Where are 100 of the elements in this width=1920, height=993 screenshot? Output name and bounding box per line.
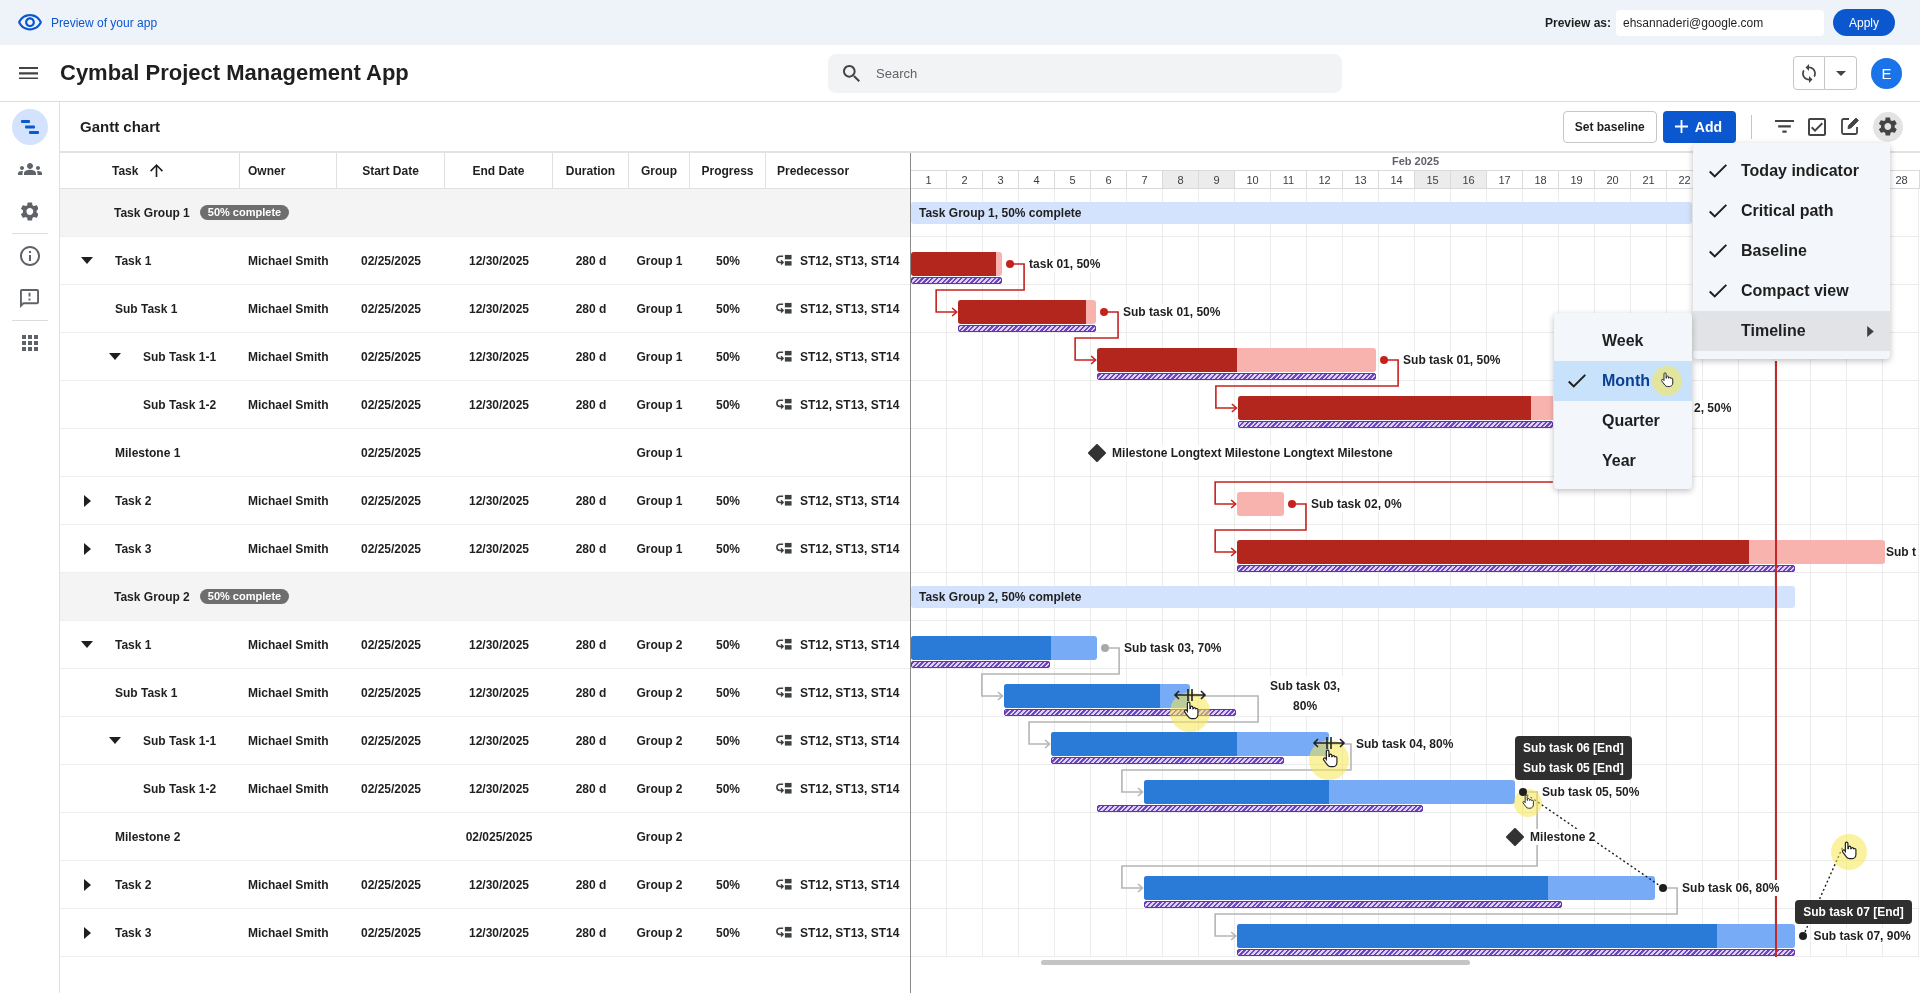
milestone-diamond[interactable] [1506, 828, 1525, 846]
task-bar[interactable] [1237, 540, 1885, 564]
table-cell-text: 02/25/2025 [359, 540, 423, 558]
task-name: Sub Task 1-1 [143, 733, 217, 748]
table-cell-text: 50% [715, 540, 741, 558]
settings-button[interactable] [1873, 111, 1903, 142]
caret-down-icon[interactable] [109, 737, 121, 744]
link-handle-icon[interactable] [1380, 356, 1389, 364]
day-label: 4 [1033, 173, 1040, 186]
menu-item[interactable]: Compact view [1693, 271, 1890, 311]
bar-label: Sub task 02, 0% [1310, 496, 1402, 512]
scrollbar-thumb[interactable] [1041, 960, 1470, 965]
table-cell-text: Michael Smith [247, 732, 330, 750]
table-cell-text: 02/25/2025 [359, 492, 423, 510]
bar-label: 2, 50% [1694, 400, 1732, 416]
table-cell-text: Michael Smith [247, 492, 330, 510]
table-cell-text: 02/025/2025 [464, 828, 534, 846]
menu-item[interactable]: Critical path [1693, 191, 1890, 231]
linked-tasks-icon [776, 686, 792, 699]
table-cell-text: 280 d [574, 780, 608, 798]
caret-down-icon[interactable] [81, 641, 93, 648]
menu-item[interactable]: Year [1554, 441, 1692, 481]
day-label: 7 [1141, 173, 1148, 186]
task-name: Sub Task 1-2 [143, 397, 217, 412]
table-cell-text: 12/30/2025 [467, 348, 531, 366]
link-handle-icon[interactable] [1519, 788, 1528, 796]
tooltip-text: Sub task 07 [End] [1803, 904, 1904, 921]
tooltip-text: Sub task 06 [End] [1523, 740, 1624, 757]
predecessor-text: ST12, ST13, ST14 [800, 877, 900, 892]
table-cell-text: Michael Smith [247, 684, 330, 702]
bar-label: Sub task 05, 50% [1542, 784, 1640, 800]
table-cell-text: 12/30/2025 [467, 780, 531, 798]
link-handle-icon[interactable] [1006, 260, 1015, 268]
table-cell-text: 12/30/2025 [467, 636, 531, 654]
hand-cursor-icon [1652, 366, 1682, 396]
menu-item[interactable]: Month [1554, 361, 1692, 401]
menu-item[interactable]: Baseline [1693, 231, 1890, 271]
link-handle-icon[interactable] [1659, 884, 1668, 892]
apply-button[interactable]: Apply [1833, 9, 1895, 36]
table-cell-text: Group 1 [635, 540, 684, 558]
bar-label: task 01, 50% [1029, 256, 1101, 272]
check-icon [1709, 164, 1727, 178]
table-cell-text: 02/25/2025 [359, 252, 423, 270]
day-label: 28 [1895, 173, 1908, 186]
table-cell-text: Michael Smith [247, 924, 330, 942]
caret-right-icon[interactable] [84, 494, 91, 507]
table-cell-text: 02/25/2025 [359, 732, 423, 750]
link-handle-icon[interactable] [1100, 308, 1109, 316]
table-cell-text: Group 2 [635, 780, 684, 798]
caret-down-icon[interactable] [109, 353, 121, 360]
table-cell-text: 50% [715, 924, 741, 942]
eye-icon [18, 14, 42, 31]
milestone-diamond[interactable] [1088, 444, 1107, 462]
feedback-icon [20, 288, 39, 308]
table-cell-text: Michael Smith [247, 396, 330, 414]
menu-item[interactable]: Week [1554, 321, 1692, 361]
avatar[interactable]: E [1871, 57, 1902, 89]
task-name: Milestone 1 [115, 445, 181, 460]
predecessor-text: ST12, ST13, ST14 [800, 733, 900, 748]
task-bar[interactable] [1097, 348, 1377, 372]
linked-tasks-icon [776, 542, 792, 555]
preview-label: Preview of your app [51, 15, 158, 30]
add-button[interactable]: Add [1662, 110, 1736, 143]
link-handle-icon[interactable] [1799, 932, 1808, 940]
table-cell-text: 280 d [574, 396, 608, 414]
day-label: 5 [1069, 173, 1076, 186]
menu-item[interactable]: Today indicator [1693, 151, 1890, 191]
task-bar[interactable] [1003, 684, 1190, 708]
caret-right-icon[interactable] [84, 926, 91, 939]
check-icon [1709, 284, 1727, 298]
table-cell-text: 12/30/2025 [467, 492, 531, 510]
table-cell-text: 12/30/2025 [467, 732, 531, 750]
link-handle-icon[interactable] [1287, 500, 1296, 508]
link-handle-icon[interactable] [1101, 644, 1110, 652]
caret-right-icon [1867, 325, 1874, 337]
table-cell-text: 12/30/2025 [467, 300, 531, 318]
predecessor-text: ST12, ST13, ST14 [800, 925, 900, 940]
preview-as-field[interactable]: ehsannaderi@google.com [1616, 9, 1824, 36]
table-cell-text: Michael Smith [247, 348, 330, 366]
caret-down-icon[interactable] [81, 257, 93, 264]
table-cell-text: 12/30/2025 [467, 540, 531, 558]
people-icon [17, 163, 42, 175]
predecessor-text: ST12, ST13, ST14 [800, 541, 900, 556]
group-summary-bar[interactable]: Task Group 2, 50% complete [911, 586, 1796, 608]
set-baseline-button[interactable]: Set baseline [1562, 110, 1657, 143]
task-name: Sub Task 1-1 [143, 349, 217, 364]
table-cell-text: 02/25/2025 [359, 348, 423, 366]
table-cell-text: 50% [715, 732, 741, 750]
group-summary-bar[interactable]: Task Group 1, 50% complete [911, 202, 1692, 224]
caret-right-icon[interactable] [84, 878, 91, 891]
caret-right-icon[interactable] [84, 542, 91, 555]
task-name: Sub Task 1 [115, 301, 178, 316]
task-bar[interactable] [1051, 732, 1329, 756]
search-field[interactable]: Search [828, 53, 1342, 93]
app-title: Cymbal Project Management App [60, 60, 409, 86]
rail-nav-button[interactable] [11, 109, 48, 145]
menu-item[interactable]: Timeline [1693, 311, 1890, 351]
menu-item[interactable]: Quarter [1554, 401, 1692, 441]
table-cell-text: 02/25/2025 [359, 684, 423, 702]
sync-button[interactable] [1793, 56, 1825, 90]
